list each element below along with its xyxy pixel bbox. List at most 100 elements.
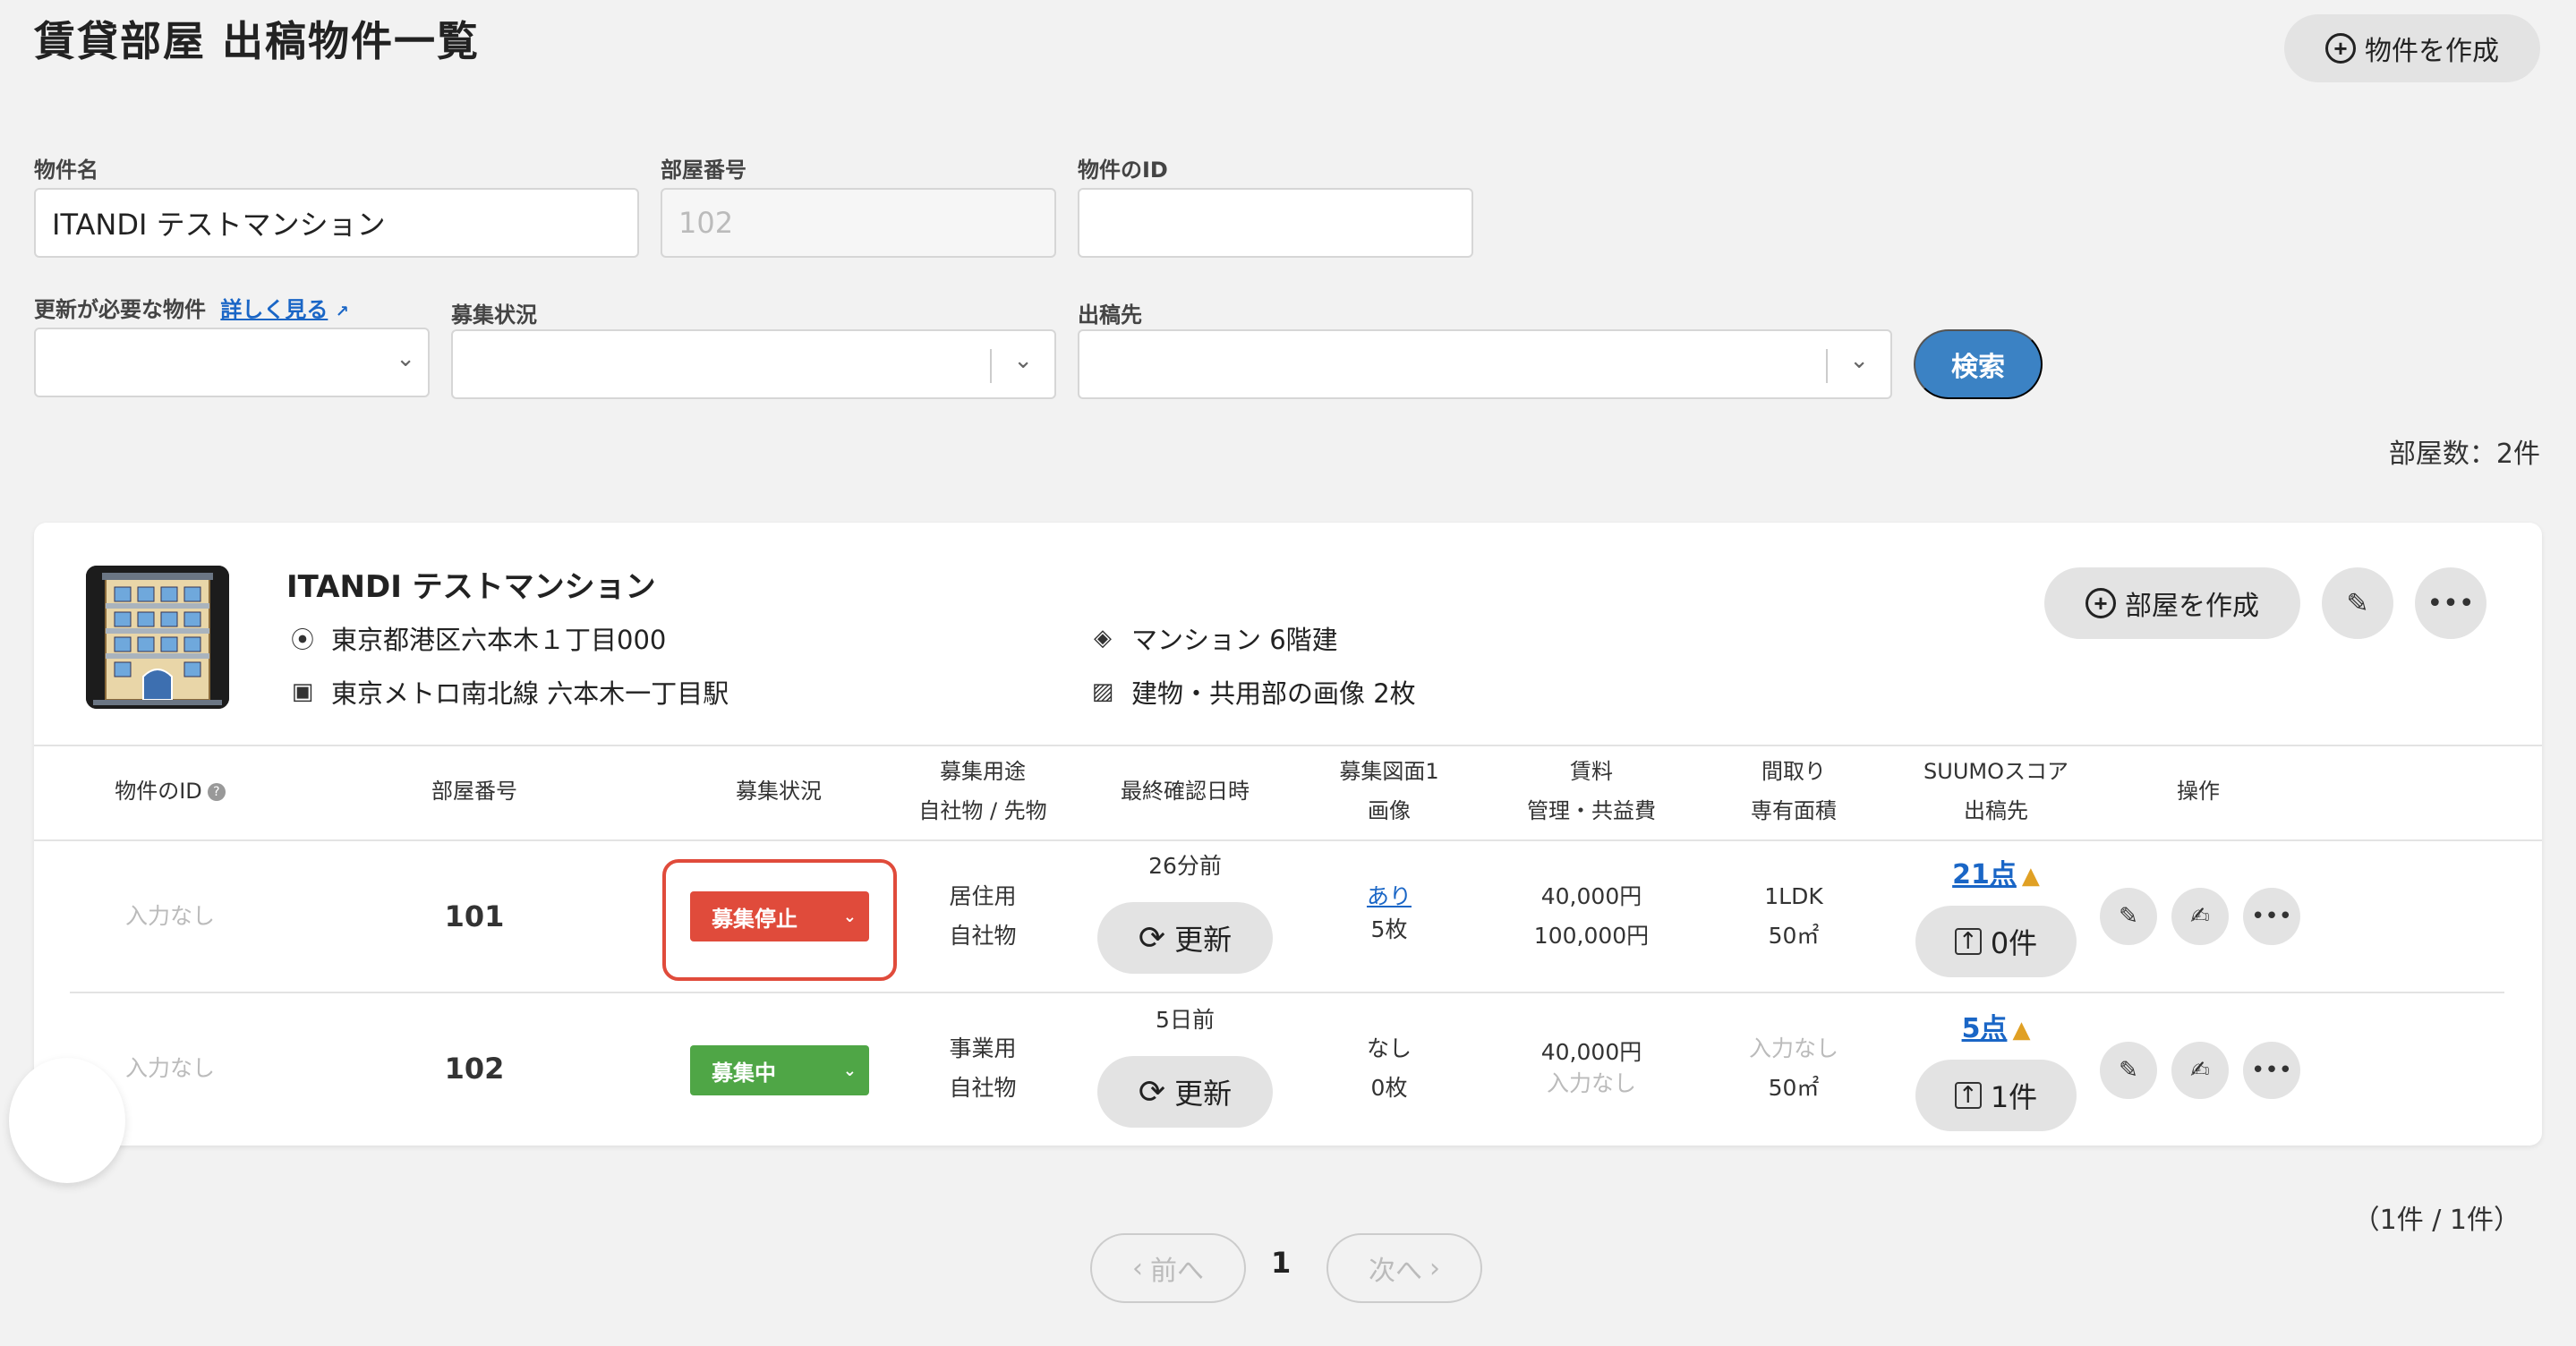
row2-status-dropdown[interactable]: 募集中 ⌄ (690, 1045, 869, 1095)
row1-status-dropdown[interactable]: 募集停止 ⌄ (690, 891, 869, 941)
external-link-icon: ↗ (335, 302, 349, 321)
edit-icon: ✎ (2119, 1057, 2138, 1084)
row2-update-button[interactable]: ⟳ 更新 (1097, 1056, 1273, 1128)
row1-score: 21点 ▲ (1915, 852, 2077, 891)
row1-status-text: 募集停止 (712, 906, 798, 932)
warning-icon: ▲ (2012, 1017, 2031, 1044)
property-id-label: 物件のID (1078, 158, 1168, 183)
header-rent-2: 管理・共益費 (1527, 798, 1656, 823)
needs-update-select[interactable]: ⌄ (34, 328, 430, 397)
row2-layout: 入力なし 50㎡ (1704, 1029, 1883, 1108)
create-room-button[interactable]: + 部屋を作成 (2044, 567, 2300, 639)
search-button[interactable]: 検索 (1914, 329, 2043, 399)
upload-icon: ↑ (1954, 1082, 1982, 1109)
more-dots-icon: ••• (2427, 587, 2475, 619)
room-count: 部屋数：2件 (2388, 439, 2540, 470)
row1-publish-button[interactable]: ↑ 0件 (1915, 906, 2077, 977)
refresh-icon: ⟳ (1138, 919, 1166, 957)
room-number-label: 部屋番号 (661, 158, 746, 183)
current-page-number[interactable]: 1 (1271, 1246, 1291, 1280)
row2-score: 5点 ▲ (1915, 1006, 2077, 1045)
property-address: ⦿ 東京都港区六本木１丁目000 (285, 619, 666, 657)
room-number-input[interactable]: 102 (661, 188, 1056, 258)
location-pin-icon: ⦿ (290, 626, 314, 654)
prev-label: 前へ (1150, 1256, 1204, 1287)
divider (34, 745, 2542, 746)
note-edit-icon: ✍ (2190, 1057, 2210, 1084)
recruit-status-label: 募集状況 (451, 302, 537, 328)
select-divider (990, 349, 992, 383)
row2-score-link[interactable]: 5点 (1962, 1013, 2008, 1044)
station-text: 東京メトロ南北線 六本木一丁目駅 (331, 678, 729, 709)
row2-room-number: 102 (444, 1052, 505, 1086)
address-text: 東京都港区六本木１丁目000 (331, 625, 667, 655)
row1-floorplan-link[interactable]: あり (1300, 877, 1479, 916)
page-title: 賃貸部屋 出稿物件一覧 (34, 17, 481, 65)
property-name-input[interactable]: ITANDI テストマンション (34, 188, 639, 258)
needs-update-label: 更新が必要な物件 詳しく見る ↗ (34, 292, 349, 323)
row2-published-count: 1件 (1990, 1080, 2038, 1114)
note-edit-icon: ✍ (2190, 903, 2210, 930)
header-floorplan-1: 募集図面1 (1339, 759, 1439, 784)
row1-update-label: 更新 (1174, 923, 1233, 957)
property-name: ITANDI テストマンション (286, 569, 656, 605)
plus-circle-icon: + (2325, 33, 2356, 64)
row1-room-number: 101 (444, 899, 505, 933)
row1-usage: 居住用 自社物 (902, 877, 1063, 956)
train-icon: ▣ (291, 678, 314, 705)
row1-images-count: 5枚 (1370, 916, 1408, 942)
more-property-button[interactable]: ••• (2415, 567, 2486, 639)
chevron-right-icon: › (1429, 1252, 1440, 1284)
header-layout: 間取り 専有面積 (1704, 752, 1883, 831)
header-floorplan-2: 画像 (1368, 798, 1411, 823)
header-floorplan: 募集図面1 画像 (1300, 752, 1479, 831)
row2-note-button[interactable]: ✍ (2171, 1042, 2229, 1099)
row1-rent: 40,000円 100,000円 (1502, 877, 1681, 956)
edit-property-button[interactable]: ✎ (2322, 567, 2393, 639)
plus-circle-icon: + (2086, 588, 2116, 618)
row2-usage-text: 事業用 (949, 1035, 1017, 1061)
row2-floorplan-text: なし (1366, 1035, 1412, 1061)
header-suumo-2: 出稿先 (1964, 798, 2028, 823)
next-page-button[interactable]: 次へ › (1326, 1233, 1482, 1303)
header-usage-2: 自社物 / 先物 (918, 798, 1047, 823)
help-icon[interactable]: ? (207, 783, 226, 801)
publish-to-select[interactable]: ⌄ (1078, 329, 1892, 399)
row1-property-id: 入力なし (124, 903, 215, 929)
row2-edit-button[interactable]: ✎ (2100, 1042, 2157, 1099)
row1-edit-button[interactable]: ✎ (2100, 888, 2157, 945)
header-rent-1: 賃料 (1570, 759, 1613, 784)
row1-score-link[interactable]: 21点 (1952, 859, 2017, 890)
header-room-number: 部屋番号 (431, 779, 517, 804)
divider (34, 839, 2542, 841)
row1-rent-text: 40,000円 (1540, 883, 1642, 909)
building-thumbnail (86, 566, 229, 709)
row1-ownership-text: 自社物 (949, 923, 1017, 949)
row1-update-button[interactable]: ⟳ 更新 (1097, 902, 1273, 974)
property-name-label: 物件名 (34, 158, 98, 183)
row1-last-checked: 26分前 (1148, 853, 1222, 879)
floating-help-widget[interactable] (9, 1058, 125, 1183)
row2-fee-text: 入力なし (1546, 1070, 1636, 1096)
row2-area-text: 50㎡ (1768, 1075, 1820, 1101)
row2-more-button[interactable]: ••• (2243, 1042, 2300, 1099)
row2-publish-button[interactable]: ↑ 1件 (1915, 1060, 2077, 1131)
create-property-button[interactable]: + 物件を作成 (2284, 14, 2540, 82)
recruit-status-select[interactable]: ⌄ (451, 329, 1056, 399)
row2-rent-text: 40,000円 (1540, 1039, 1642, 1065)
chevron-down-icon: ⌄ (842, 907, 857, 926)
needs-update-text: 更新が必要な物件 (34, 297, 206, 322)
next-label: 次へ (1369, 1256, 1422, 1287)
prev-page-button[interactable]: ‹ 前へ (1090, 1233, 1246, 1303)
select-divider (1826, 349, 1828, 383)
row1-fee-text: 100,000円 (1533, 923, 1650, 949)
header-status: 募集状況 (736, 779, 822, 804)
row1-more-button[interactable]: ••• (2243, 888, 2300, 945)
header-last-checked: 最終確認日時 (1121, 779, 1250, 804)
row2-rent: 40,000円 入力なし (1502, 1036, 1681, 1099)
row1-note-button[interactable]: ✍ (2171, 888, 2229, 945)
header-layout-2: 専有面積 (1751, 798, 1837, 823)
property-id-input[interactable] (1078, 188, 1473, 258)
details-link[interactable]: 詳しく見る (220, 297, 328, 322)
row2-floorplan: なし 0枚 (1300, 1029, 1479, 1108)
